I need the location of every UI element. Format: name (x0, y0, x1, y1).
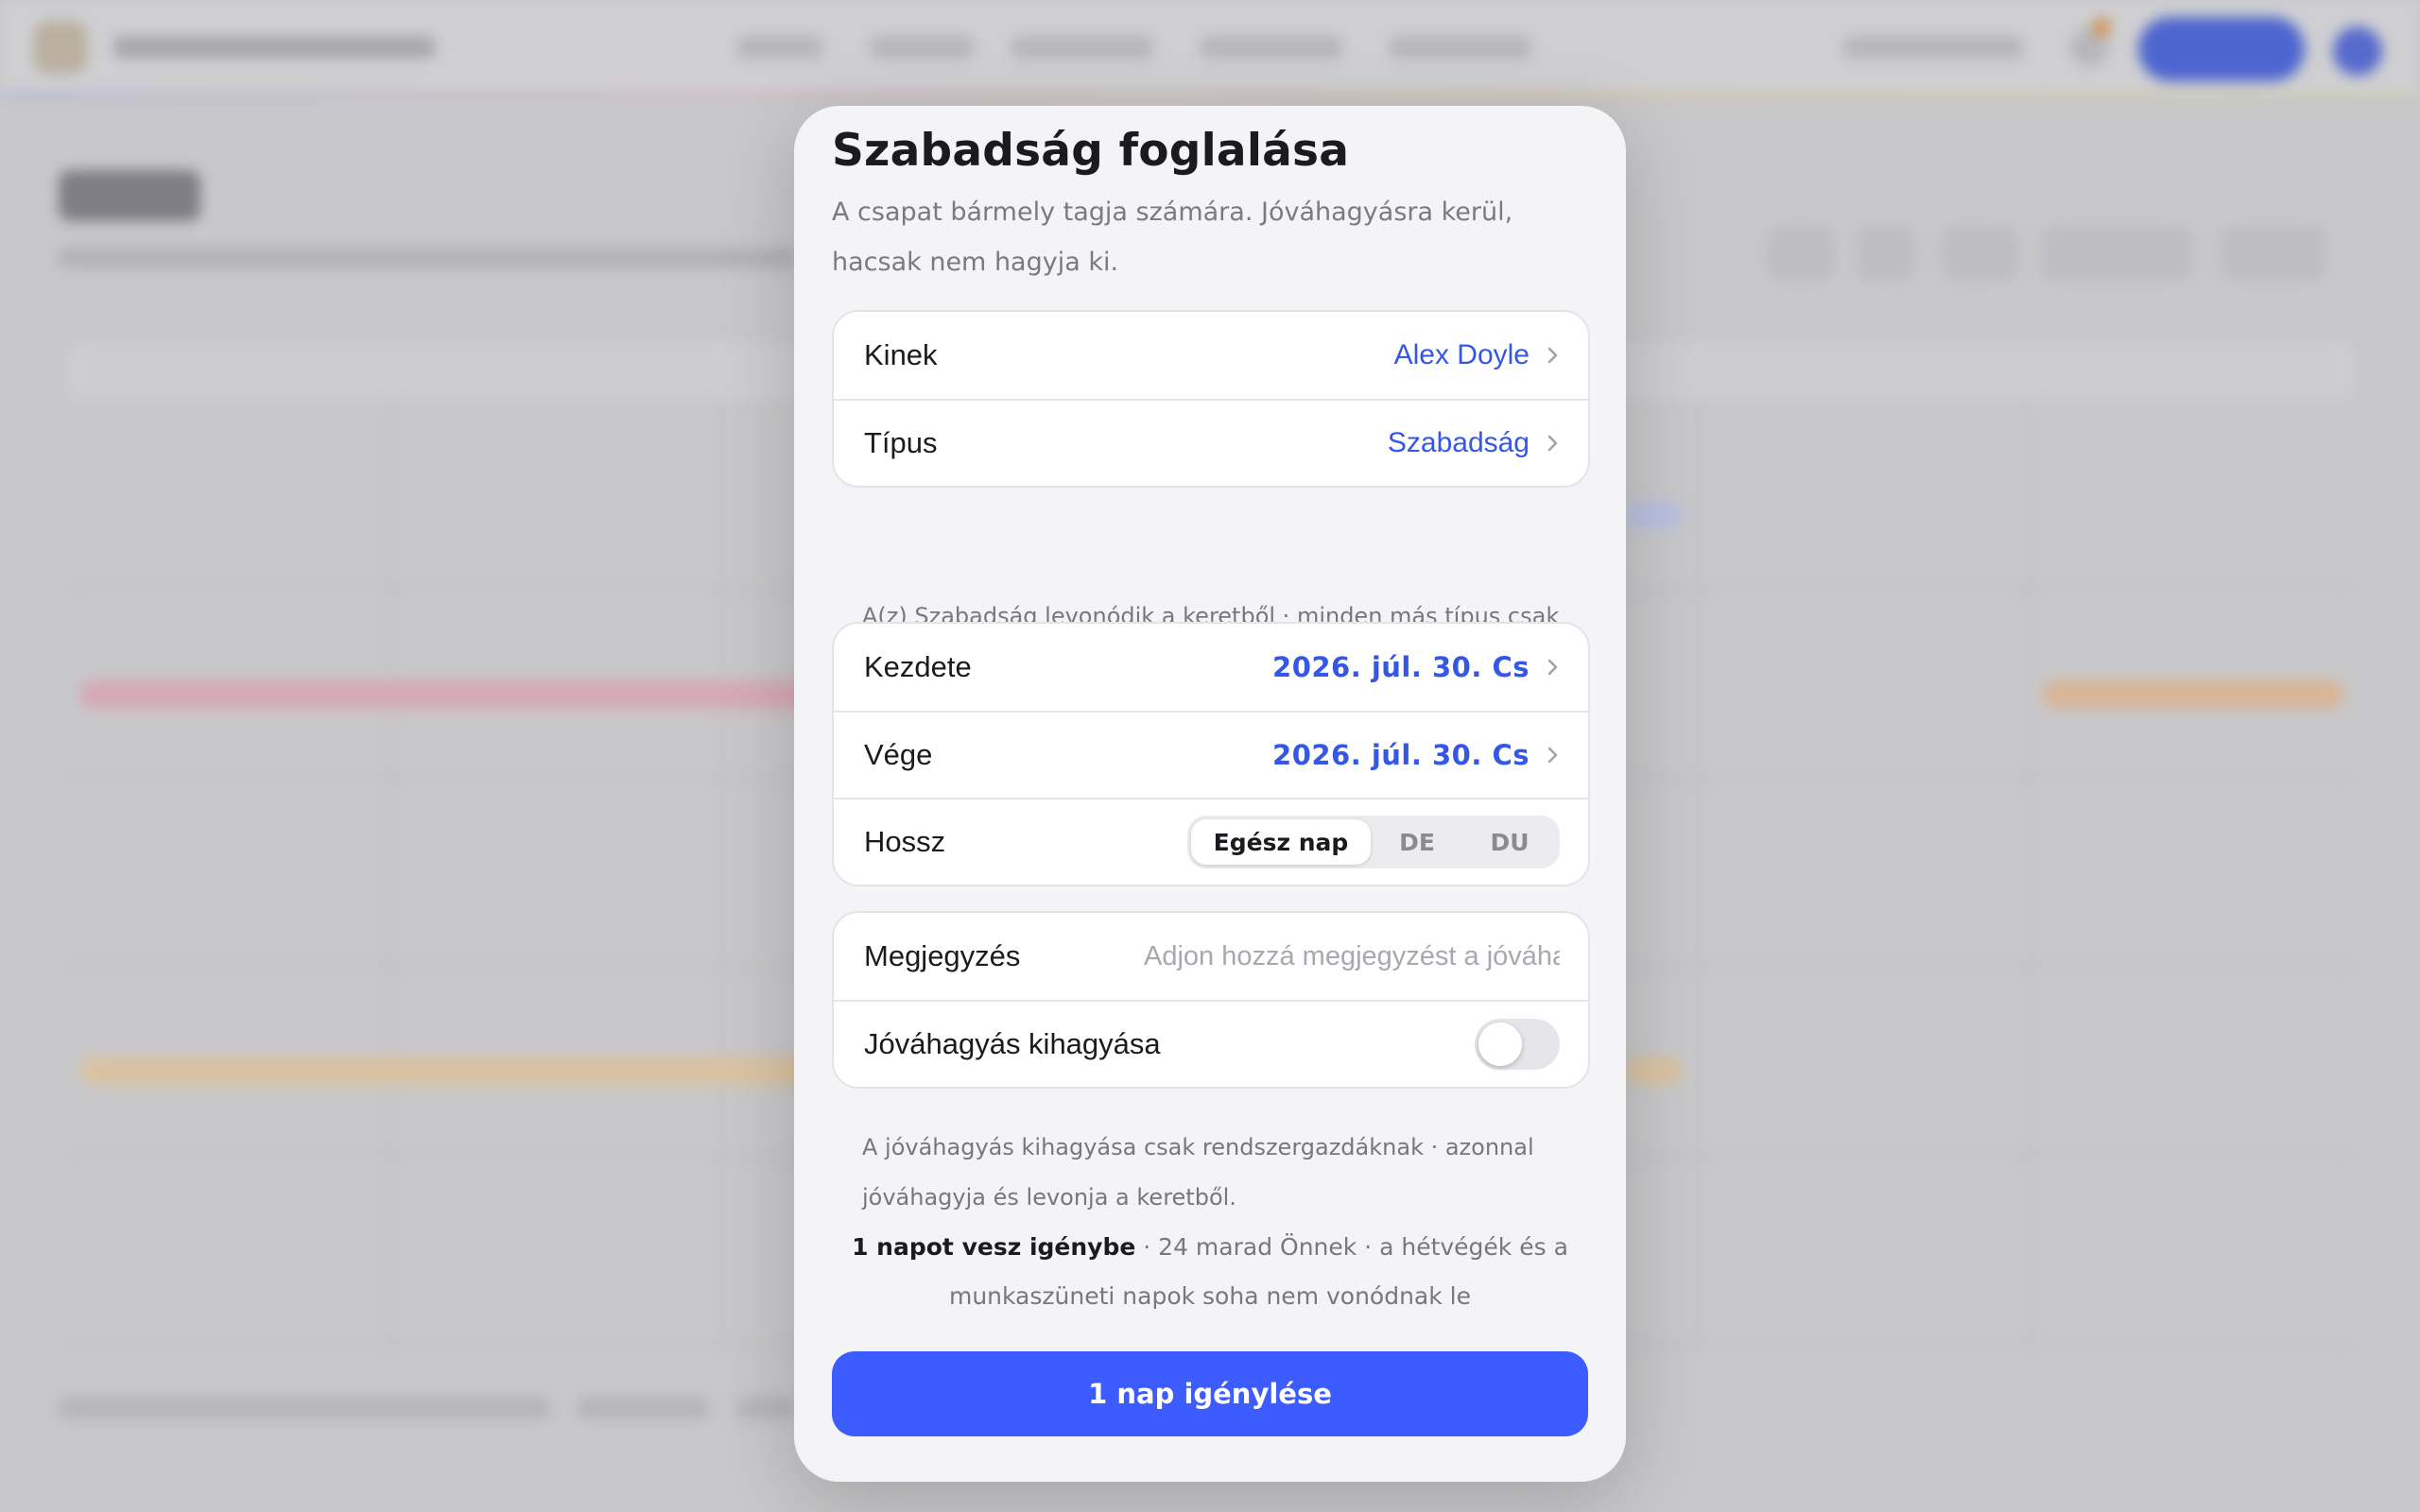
start-date-row[interactable]: Kezdete 2026. júl. 30. Cs (834, 624, 1588, 711)
who-row[interactable]: Kinek Alex Doyle (834, 312, 1588, 399)
chevron-right-icon (1547, 435, 1558, 452)
avatar (2333, 26, 2382, 76)
nav-item (737, 36, 822, 59)
length-option-full-day[interactable]: Egész nap (1191, 819, 1371, 865)
who-type-group: Kinek Alex Doyle Típus Szabadság (832, 310, 1590, 488)
type-value[interactable]: Szabadság (1388, 427, 1560, 459)
start-label: Kezdete (864, 650, 972, 683)
length-option-afternoon[interactable]: DU (1463, 819, 1556, 865)
type-row[interactable]: Típus Szabadság (834, 399, 1588, 486)
note-row: Megjegyzés (834, 913, 1588, 1000)
legend-item (737, 1397, 794, 1419)
page-subtitle (59, 248, 796, 268)
calendar-event-bar (1626, 1057, 1683, 1085)
calendar-event-bar (79, 680, 836, 709)
app-logo (34, 21, 87, 74)
start-value[interactable]: 2026. júl. 30. Cs (1272, 651, 1560, 683)
brand-name (113, 36, 435, 59)
legend-item (577, 1397, 709, 1419)
calendar-event-bar (79, 1057, 836, 1085)
legend-item (59, 1397, 550, 1419)
chevron-right-icon (1547, 747, 1558, 764)
usage-summary: 1 napot vesz igénybe · 24 marad Önnek · … (832, 1223, 1588, 1321)
usage-summary-strong: 1 napot vesz igénybe (852, 1233, 1136, 1261)
submit-request-button[interactable]: 1 nap igénylése (832, 1351, 1588, 1436)
primary-action-button (2138, 17, 2305, 81)
length-option-morning[interactable]: DE (1371, 819, 1463, 865)
length-segmented-control: Egész nap DE DU (1187, 816, 1560, 868)
time-off-booking-modal: Szabadság foglalása A csapat bármely tag… (794, 106, 1626, 1482)
type-value-text: Szabadság (1387, 427, 1530, 458)
nav-item (1011, 36, 1153, 59)
calendar-event-bar (2042, 680, 2344, 709)
end-value[interactable]: 2026. júl. 30. Cs (1272, 739, 1560, 771)
nav-item (870, 36, 974, 59)
modal-description: A csapat bármely tagja számára. Jóváhagy… (832, 198, 1513, 277)
start-value-text: 2026. júl. 30. Cs (1272, 651, 1530, 683)
dates-group: Kezdete 2026. júl. 30. Cs Vége 2026. júl… (832, 622, 1590, 886)
toggle-knob (1478, 1022, 1522, 1066)
skip-approval-toggle[interactable] (1475, 1019, 1560, 1070)
nav-item (1201, 36, 1342, 59)
who-value[interactable]: Alex Doyle (1394, 339, 1560, 371)
skip-approval-label: Jóváhagyás kihagyása (864, 1027, 1161, 1060)
who-label: Kinek (864, 338, 938, 371)
toolbar-button (1858, 227, 1914, 280)
notification-badge (2091, 17, 2112, 38)
end-value-text: 2026. júl. 30. Cs (1272, 739, 1530, 771)
page-title (59, 170, 200, 221)
end-label: Vége (864, 738, 933, 771)
modal-title: Szabadság foglalása (832, 125, 1350, 177)
who-value-text: Alex Doyle (1393, 339, 1530, 370)
nav-item (1843, 36, 2023, 59)
toolbar-button (1943, 227, 2018, 280)
toolbar-button (2042, 227, 2193, 280)
end-date-row[interactable]: Vége 2026. júl. 30. Cs (834, 711, 1588, 798)
toolbar-button (1768, 227, 1834, 280)
header-divider (0, 93, 2420, 96)
skip-approval-row: Jóváhagyás kihagyása (834, 1000, 1588, 1087)
note-input[interactable] (1144, 940, 1560, 972)
nav-item (1390, 36, 1531, 59)
toolbar-button (2221, 227, 2325, 280)
type-label: Típus (864, 426, 938, 459)
skip-approval-hint: A jóváhagyás kihagyása csak rendszergazd… (862, 1134, 1534, 1211)
length-label: Hossz (864, 825, 946, 858)
chevron-right-icon (1547, 659, 1558, 676)
calendar-event-bar (1626, 501, 1683, 529)
length-row: Hossz Egész nap DE DU (834, 798, 1588, 885)
note-label: Megjegyzés (864, 939, 1021, 972)
note-group: Megjegyzés Jóváhagyás kihagyása (832, 911, 1590, 1089)
chevron-right-icon (1547, 347, 1558, 364)
